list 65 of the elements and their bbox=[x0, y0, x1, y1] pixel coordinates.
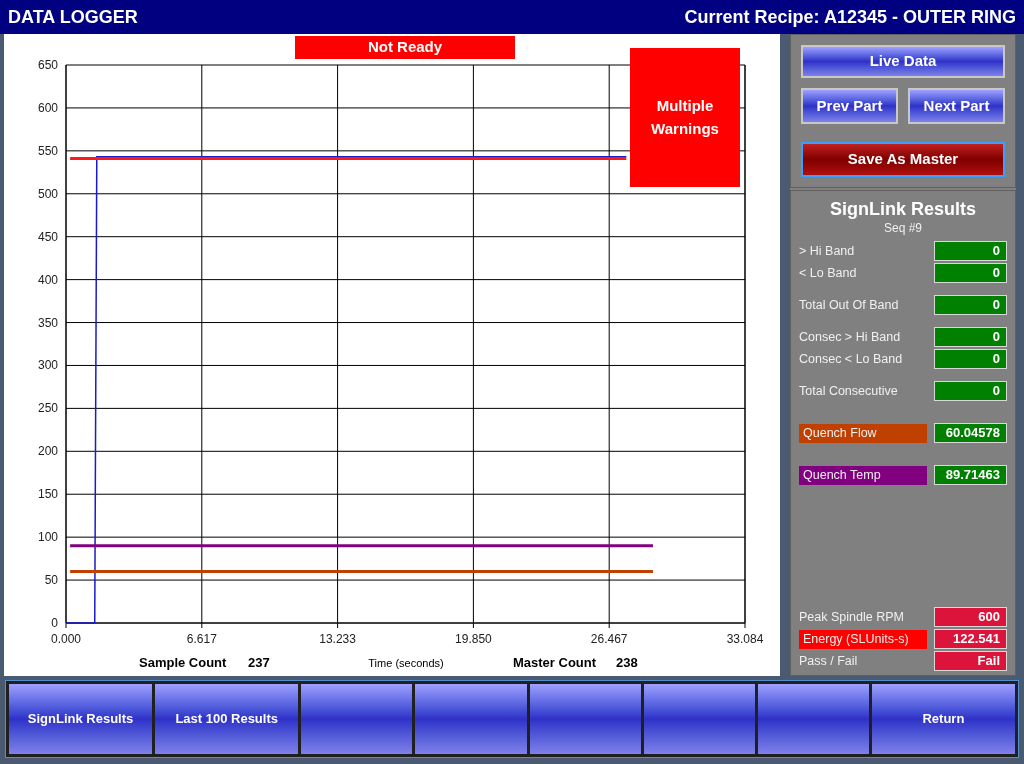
x-tick-label: 19.850 bbox=[455, 632, 492, 646]
y-tick-label: 300 bbox=[37, 358, 58, 373]
results-subtitle: Seq #9 bbox=[882, 220, 923, 237]
y-tick-label: 0 bbox=[51, 616, 58, 630]
result-value: 122.541 bbox=[934, 629, 1007, 649]
result-label: Peak Spindle RPM bbox=[799, 608, 904, 626]
blank-function-key[interactable] bbox=[301, 684, 413, 754]
result-value: 60.04578 bbox=[934, 423, 1007, 443]
y-tick-label: 400 bbox=[37, 272, 58, 287]
result-label: Consec > Hi Band bbox=[799, 328, 901, 346]
y-tick-label: 450 bbox=[37, 229, 58, 244]
x-tick-label: 0.000 bbox=[51, 632, 81, 646]
result-label: Pass / Fail bbox=[799, 652, 858, 670]
count-label: Master Count bbox=[513, 655, 597, 670]
x-tick-label: 6.617 bbox=[186, 632, 217, 646]
x-tick-label: 33.084 bbox=[726, 632, 764, 646]
result-label: Total Out Of Band bbox=[799, 296, 899, 314]
recipe-title: Current Recipe: A12345 - OUTER RING bbox=[684, 5, 1016, 29]
prev-part-button[interactable]: Prev Part bbox=[801, 88, 898, 125]
blank-function-key[interactable] bbox=[643, 684, 755, 754]
blank-function-key[interactable] bbox=[757, 684, 869, 754]
x-tick-label: 13.233 bbox=[319, 632, 356, 646]
result-label: > Hi Band bbox=[799, 242, 855, 260]
y-tick-label: 350 bbox=[37, 315, 58, 330]
y-tick-label: 250 bbox=[37, 401, 58, 416]
x-tick-label: 26.467 bbox=[590, 632, 628, 646]
results-title: SignLink Results bbox=[829, 199, 977, 219]
count-value: 238 bbox=[616, 655, 638, 670]
function-key[interactable]: Last 100 Results bbox=[155, 684, 299, 754]
count-label: Sample Count bbox=[139, 655, 227, 670]
live-data-button[interactable]: Live Data bbox=[801, 45, 1005, 79]
result-value: 0 bbox=[934, 381, 1007, 401]
blank-function-key[interactable] bbox=[529, 684, 641, 754]
result-label: Quench Flow bbox=[799, 423, 927, 443]
y-tick-label: 550 bbox=[37, 143, 58, 158]
result-value: 0 bbox=[934, 295, 1007, 315]
y-tick-label: 150 bbox=[37, 487, 58, 502]
count-value: 237 bbox=[248, 655, 270, 670]
result-label: Consec < Lo Band bbox=[799, 350, 903, 368]
result-value: Fail bbox=[934, 651, 1007, 671]
y-tick-label: 100 bbox=[37, 530, 58, 545]
save-master-button[interactable]: Save As Master bbox=[801, 142, 1005, 177]
result-value: 0 bbox=[934, 349, 1007, 369]
result-value: 600 bbox=[934, 607, 1007, 627]
result-value: 0 bbox=[934, 263, 1007, 283]
app-title: DATA LOGGER bbox=[8, 5, 138, 29]
result-value: 0 bbox=[934, 241, 1007, 261]
axis-title: Time (seconds) bbox=[368, 657, 444, 669]
y-tick-label: 50 bbox=[44, 573, 58, 588]
blank-function-key[interactable] bbox=[415, 684, 527, 754]
result-label: Quench Temp bbox=[799, 465, 927, 485]
result-label: Total Consecutive bbox=[799, 382, 898, 400]
y-tick-label: 500 bbox=[37, 186, 58, 201]
function-key[interactable]: SignLink Results bbox=[9, 684, 153, 754]
result-label: < Lo Band bbox=[799, 264, 857, 282]
y-tick-label: 200 bbox=[37, 444, 58, 459]
status-banner: Not Ready bbox=[295, 36, 515, 59]
function-key[interactable]: Return bbox=[871, 684, 1015, 754]
next-part-button[interactable]: Next Part bbox=[908, 88, 1005, 125]
y-tick-label: 600 bbox=[37, 100, 58, 115]
result-value: 0 bbox=[934, 327, 1007, 347]
y-tick-label: 650 bbox=[37, 58, 58, 72]
result-label: Energy (SLUnits-s) bbox=[799, 629, 927, 649]
warning-banner: Multiple Warnings bbox=[630, 48, 740, 187]
result-value: 89.71463 bbox=[934, 465, 1007, 485]
